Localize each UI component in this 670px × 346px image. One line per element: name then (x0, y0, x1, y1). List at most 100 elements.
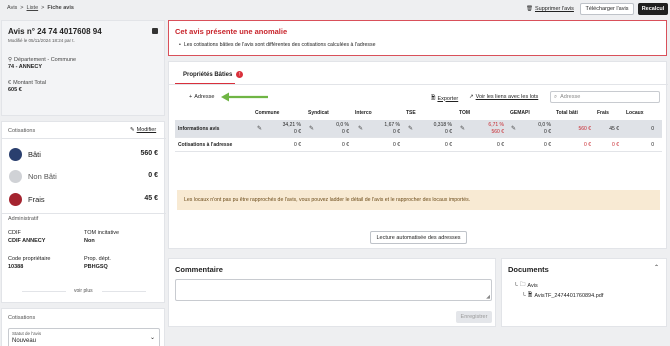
cell-locaux: 0 (651, 126, 654, 132)
breadcrumb-home[interactable]: Avis (7, 5, 17, 11)
breadcrumb-list[interactable]: Liste (27, 5, 39, 11)
cell-amount: 0 € (294, 142, 301, 148)
plus-icon: + (189, 94, 193, 100)
edit-icon[interactable]: ✎ (257, 125, 262, 132)
documents-file[interactable]: └ 🗎 AvisTF_2474401760894.pdf (522, 291, 603, 300)
cotisations-title: Cotisations (8, 128, 36, 134)
tree-branch-icon: └ (514, 282, 518, 289)
cell-rate: 1,67 % (384, 122, 400, 128)
comment-title: Commentaire (175, 265, 223, 274)
edit-icon[interactable]: ✎ (511, 125, 516, 132)
cotisation-bati-label: Bâti (28, 150, 41, 159)
properties-card: Propriétés Bâties ! + Adresse 🗎 Exporter… (168, 61, 668, 249)
cotisations-card: Cotisations ✎ Modifier Bâti 560 € Non Bâ… (1, 121, 166, 303)
row-label: Informations avis (178, 126, 220, 132)
avis-card: Avis n° 24 74 4017608 94 Modifié le 05/1… (1, 20, 165, 116)
warning-badge: ! (236, 71, 244, 78)
recalc-button[interactable]: Recalcul (638, 3, 668, 15)
breadcrumb-separator: > (20, 5, 24, 11)
montant-value: 605 € (8, 87, 22, 93)
field-value: Non (84, 238, 95, 244)
cell-rate: 0,318 % (433, 122, 452, 128)
col-tom: TOM (459, 110, 471, 116)
cell-amount: 0 € (445, 129, 452, 135)
resize-handle-icon: ◢ (486, 294, 490, 300)
cell-amount: 0 € (445, 142, 452, 148)
field-label: Prop. dépt. (84, 256, 111, 262)
cotisation-frais-icon (9, 193, 22, 206)
field-label: CDIF (8, 230, 21, 236)
tab-label: Propriétés Bâties (183, 71, 233, 78)
edit-icon[interactable]: ✎ (309, 125, 314, 132)
cell-rate: 0,0 % (336, 122, 349, 128)
auto-read-button[interactable]: Lecture automatisée des adresses (370, 231, 467, 244)
dept-value: 74 - ANNECY (8, 64, 43, 70)
cell-amount: 0 € (342, 129, 349, 135)
anomaly-title: Cet avis présente une anomalie (175, 27, 288, 36)
euro-icon: € (8, 80, 12, 86)
cell-amount: 0 € (342, 142, 349, 148)
lots-links[interactable]: ↗ Voir les liens avec les lots (469, 94, 538, 100)
edit-icon[interactable]: ✎ (460, 125, 465, 132)
cell-frais: 0 € (612, 142, 619, 148)
cell-rate: 6,71 % (488, 122, 504, 128)
documents-folder[interactable]: └ 🗀 Avis (514, 281, 538, 290)
delete-avis-link[interactable]: 🗑 Supprimer l'avis (526, 4, 574, 14)
comment-card: Commentaire ◢ Enregistrer (168, 258, 496, 327)
document-icon: 🗎 (431, 95, 436, 101)
field-value: PBHGSQ (84, 264, 108, 270)
address-search-input[interactable]: ⌕ Adresse (550, 91, 660, 103)
info-banner-text: Les locaux n'ont pas pu être rapprochés … (184, 197, 471, 203)
cell-amount: 0 € (393, 129, 400, 135)
col-total: Total bâti (556, 110, 578, 116)
chevron-down-icon: ⌄ (149, 335, 155, 341)
cell-amount: 0 € (497, 142, 504, 148)
print-icon[interactable] (152, 28, 158, 34)
cell-amount: 0 € (294, 129, 301, 135)
cell-locaux: 0 (651, 142, 654, 148)
see-more-link[interactable]: voir plus (74, 288, 93, 294)
administratif-title: Administratif (8, 216, 39, 222)
field-label: TOM incitative (84, 230, 120, 236)
comment-textarea[interactable]: ◢ (175, 279, 492, 301)
cotisations-status-card: Cotisations Statut de l'avis Nouveau ⌄ (1, 308, 165, 346)
tree-branch-icon: └ (522, 292, 526, 299)
anomaly-alert: Cet avis présente une anomalie • Les cot… (168, 20, 667, 56)
avis-title: Avis n° 24 74 4017608 94 (8, 27, 102, 36)
anomaly-message: • Les cotisations bâties de l'avis sont … (179, 42, 376, 48)
modify-link[interactable]: ✎ Modifier (130, 127, 156, 133)
download-avis-button[interactable]: Télécharger l'avis (580, 3, 634, 15)
add-address-button[interactable]: + Adresse (189, 94, 214, 100)
cell-amount: 0 € (544, 142, 551, 148)
edit-icon[interactable]: ✎ (358, 125, 363, 132)
collapse-icon[interactable]: ⌃ (654, 264, 659, 271)
search-icon: ⌕ (554, 93, 558, 100)
edit-icon[interactable]: ✎ (408, 125, 413, 132)
cotisation-frais-label: Frais (28, 195, 45, 204)
tab-proprietes-baties[interactable]: Propriétés Bâties ! (183, 71, 244, 78)
cell-frais: 45 € (609, 126, 619, 132)
documents-title: Documents (508, 265, 549, 274)
cotisation-nonbati-value: 0 € (148, 172, 158, 179)
cell-total: 0 € (584, 142, 591, 148)
cell-rate: 0,0 % (538, 122, 551, 128)
modified-text: Modifié le 05/11/2024 18:24 par t. (8, 38, 75, 43)
cell-total: 560 € (578, 126, 591, 132)
export-link[interactable]: 🗎 Exporter (431, 94, 458, 103)
save-comment-button[interactable]: Enregistrer (456, 311, 492, 323)
field-value: 10388 (8, 264, 24, 270)
cell-amount: 560 € (491, 129, 504, 135)
col-tse: TSE (406, 110, 416, 116)
col-syndicat: Syndicat (308, 110, 329, 116)
cotisation-bati-icon (9, 148, 22, 161)
arrow-pointer-icon (221, 92, 268, 102)
status-select[interactable]: Statut de l'avis Nouveau ⌄ (8, 328, 160, 346)
documents-card: Documents ⌃ └ 🗀 Avis └ 🗎 AvisTF_24744017… (501, 258, 667, 327)
cotisations2-title: Cotisations (8, 315, 36, 321)
pencil-icon: ✎ (130, 127, 135, 133)
cell-amount: 0 € (393, 142, 400, 148)
col-interco: Interco (355, 110, 372, 116)
field-label: Code propriétaire (8, 256, 51, 262)
cotisation-nonbati-icon (9, 170, 22, 183)
row-label: Cotisations à l'adresse (178, 142, 233, 148)
